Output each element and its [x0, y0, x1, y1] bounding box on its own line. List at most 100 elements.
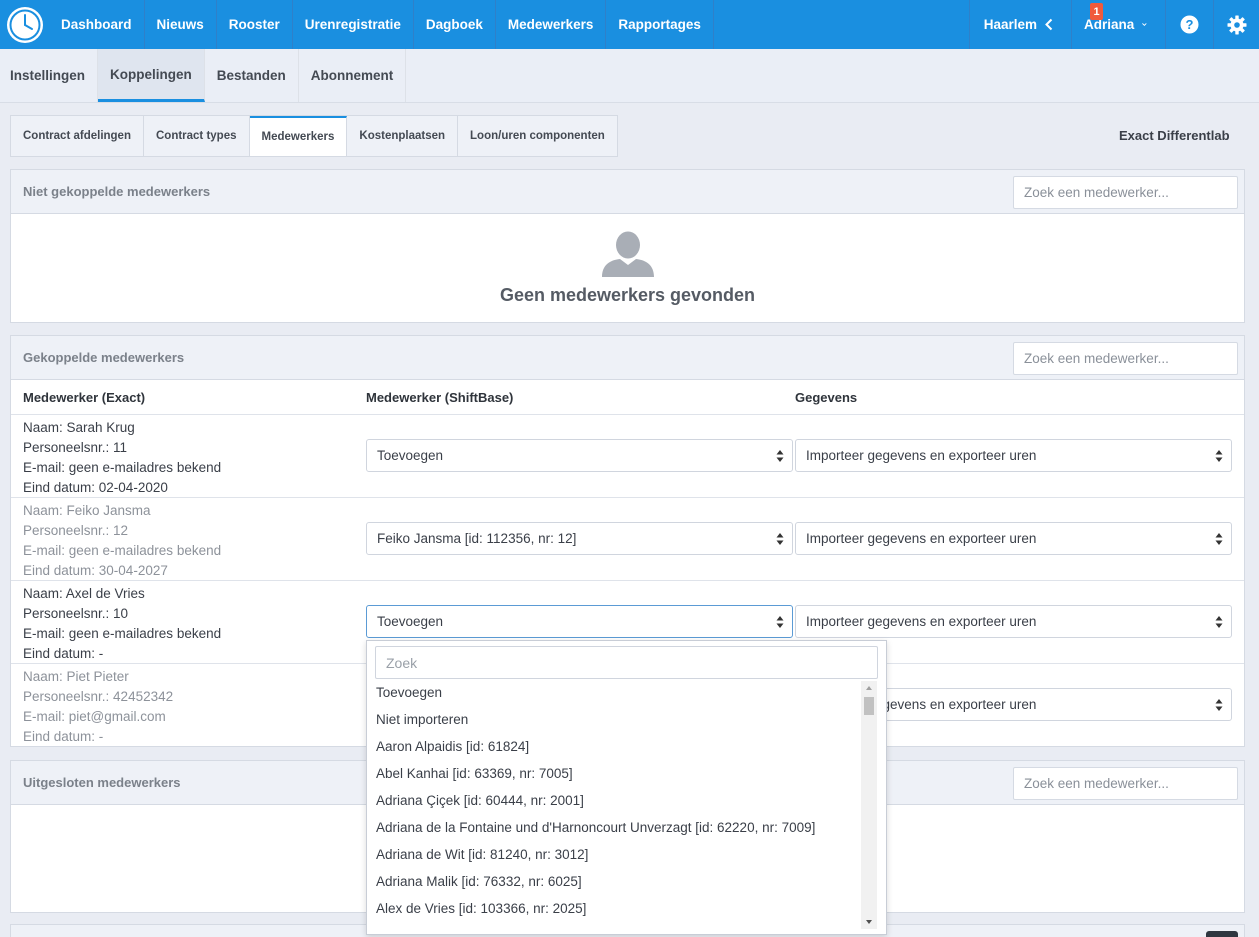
- help-icon: ?: [1180, 15, 1199, 34]
- dropdown-option[interactable]: Adriana de la Fontaine und d'Harnoncourt…: [367, 814, 861, 841]
- dropdown-option[interactable]: Adriana Malik [id: 76332, nr: 6025]: [367, 868, 861, 895]
- employee-email: E-mail: geen e-mailadres bekend: [23, 626, 222, 641]
- dropdown-option[interactable]: Adriana Çiçek [id: 60444, nr: 2001]: [367, 787, 861, 814]
- employee-select-dropdown: Zoek Toevoegen Niet importeren Aaron Alp…: [366, 640, 887, 935]
- sort-arrows-icon: [1215, 616, 1223, 628]
- employee-info: Naam: Sarah Krug Personeelsnr.: 11 E-mai…: [23, 418, 221, 498]
- company-name: Exact Differentlab: [1119, 128, 1230, 143]
- user-menu[interactable]: Adriana: [1071, 0, 1165, 49]
- settings-subnav: Instellingen Koppelingen Bestanden Abonn…: [0, 49, 1259, 103]
- tab-contract-types[interactable]: Contract types: [144, 116, 250, 156]
- select-value: Toevoegen: [377, 448, 444, 463]
- search-input[interactable]: Zoek een medewerker...: [1013, 342, 1238, 375]
- sort-arrows-icon: [1215, 699, 1223, 711]
- user-placeholder-icon: [601, 231, 654, 277]
- subnav-koppelingen[interactable]: Koppelingen: [98, 49, 205, 102]
- subnav-instellingen[interactable]: Instellingen: [0, 49, 99, 102]
- empty-message: Geen medewerkers gevonden: [499, 284, 756, 305]
- select-value: Importeer gegevens en exporteer uren: [806, 531, 1037, 546]
- location-switcher[interactable]: Haarlem: [968, 0, 1071, 49]
- nav-dagboek[interactable]: Dagboek: [414, 0, 496, 49]
- select-value: Importeer gegevens en exporteer uren: [806, 614, 1037, 629]
- dropdown-search-input[interactable]: Zoek: [375, 646, 878, 679]
- column-header-shiftbase: Medewerker (ShiftBase): [366, 390, 514, 405]
- select-value: Importeer gegevens en exporteer uren: [806, 448, 1037, 463]
- employee-email: E-mail: piet@gmail.com: [23, 709, 166, 724]
- employee-info: Naam: Axel de Vries Personeelsnr.: 10 E-…: [23, 584, 221, 664]
- column-header-exact: Medewerker (Exact): [23, 390, 146, 405]
- panel-title: Niet gekoppelde medewerkers: [23, 184, 211, 199]
- clock-logo-icon[interactable]: [0, 0, 49, 49]
- dropdown-option[interactable]: Alex de Vries [id: 103366, nr: 2025]: [367, 895, 861, 922]
- select-value: Feiko Jansma [id: 112356, nr: 12]: [377, 531, 577, 546]
- select-value: Toevoegen: [377, 614, 444, 629]
- panel-header: Gekoppelde medewerkers Zoek een medewerk…: [11, 336, 1244, 380]
- dropdown-option[interactable]: Aaron Alpaidis [id: 61824]: [367, 733, 861, 760]
- tab-loon-uren-componenten[interactable]: Loon/uren componenten: [458, 116, 617, 156]
- employee-info: Naam: Feiko Jansma Personeelsnr.: 12 E-m…: [23, 501, 221, 581]
- dropdown-option[interactable]: Abel Kanhai [id: 63369, nr: 7005]: [367, 760, 861, 787]
- tab-kostenplaatsen[interactable]: Kostenplaatsen: [347, 116, 459, 156]
- employee-number: Personeelsnr.: 42452342: [23, 689, 174, 704]
- unlinked-employees-panel: Niet gekoppelde medewerkers Zoek een med…: [10, 169, 1245, 323]
- nav-medewerkers[interactable]: Medewerkers: [496, 0, 607, 49]
- table-row: Naam: Sarah Krug Personeelsnr.: 11 E-mai…: [11, 415, 1244, 498]
- tab-contract-afdelingen[interactable]: Contract afdelingen: [11, 116, 144, 156]
- scroll-top-button[interactable]: [1206, 931, 1238, 937]
- employee-name: Naam: Piet Pieter: [23, 669, 129, 684]
- employee-end-date: Eind datum: 02-04-2020: [23, 480, 168, 495]
- empty-state: Geen medewerkers gevonden: [11, 214, 1244, 322]
- panel-title: Gekoppelde medewerkers: [23, 350, 185, 365]
- employee-info: Naam: Piet Pieter Personeelsnr.: 4245234…: [23, 667, 173, 747]
- dropdown-option[interactable]: Toevoegen: [367, 679, 861, 706]
- employee-end-date: Eind datum: -: [23, 729, 104, 744]
- gegevens-select[interactable]: Importeer gegevens en exporteer uren: [795, 439, 1232, 472]
- tab-medewerkers[interactable]: Medewerkers: [249, 116, 348, 156]
- chevron-left-icon: [1045, 18, 1053, 31]
- sort-arrows-icon: [776, 616, 784, 628]
- employee-name: Naam: Axel de Vries: [23, 586, 145, 601]
- location-label: Haarlem: [983, 17, 1037, 32]
- shiftbase-employee-select[interactable]: Toevoegen: [366, 605, 793, 638]
- search-input[interactable]: Zoek een medewerker...: [1013, 767, 1238, 800]
- sort-arrows-icon: [776, 450, 784, 462]
- nav-dashboard[interactable]: Dashboard: [49, 0, 145, 49]
- dropdown-option[interactable]: Niet importeren: [367, 706, 861, 733]
- dropdown-scrollbar[interactable]: [861, 681, 877, 929]
- panel-header: Niet gekoppelde medewerkers Zoek een med…: [11, 170, 1244, 214]
- svg-text:?: ?: [1186, 17, 1194, 32]
- search-input[interactable]: Zoek een medewerker...: [1013, 176, 1238, 209]
- table-row: Naam: Feiko Jansma Personeelsnr.: 12 E-m…: [11, 498, 1244, 581]
- employee-number: Personeelsnr.: 10: [23, 606, 129, 621]
- nav-nieuws[interactable]: Nieuws: [145, 0, 217, 49]
- gegevens-select[interactable]: Importeer gegevens en exporteer uren: [795, 605, 1232, 638]
- settings-button[interactable]: [1213, 0, 1259, 49]
- employee-end-date: Eind datum: -: [23, 646, 104, 661]
- scroll-up-arrow-icon: [866, 686, 872, 690]
- top-navigation: Dashboard Nieuws Rooster Urenregistratie…: [0, 0, 1259, 49]
- employee-name: Naam: Sarah Krug: [23, 420, 135, 435]
- subnav-bestanden[interactable]: Bestanden: [205, 49, 299, 102]
- dropdown-option[interactable]: Adriana de Wit [id: 81240, nr: 3012]: [367, 841, 861, 868]
- help-button[interactable]: ?: [1165, 0, 1213, 49]
- nav-urenregistratie[interactable]: Urenregistratie: [293, 0, 414, 49]
- nav-rapportages[interactable]: Rapportages: [606, 0, 714, 49]
- sort-arrows-icon: [1215, 533, 1223, 545]
- employee-email: E-mail: geen e-mailadres bekend: [23, 460, 222, 475]
- gegevens-select[interactable]: Importeer gegevens en exporteer uren: [795, 522, 1232, 555]
- sort-arrows-icon: [1215, 450, 1223, 462]
- sort-arrows-icon: [776, 533, 784, 545]
- scrollbar-thumb[interactable]: [864, 697, 874, 715]
- nav-rooster[interactable]: Rooster: [217, 0, 293, 49]
- notification-badge: 1: [1090, 3, 1103, 20]
- employee-end-date: Eind datum: 30-04-2027: [23, 563, 168, 578]
- employee-number: Personeelsnr.: 12: [23, 523, 129, 538]
- employee-email: E-mail: geen e-mailadres bekend: [23, 543, 222, 558]
- column-header-gegevens: Gegevens: [795, 390, 858, 405]
- chevron-down-icon: [1142, 23, 1147, 26]
- dropdown-options: Toevoegen Niet importeren Aaron Alpaidis…: [367, 679, 861, 922]
- subnav-abonnement[interactable]: Abonnement: [299, 49, 407, 102]
- shiftbase-employee-select[interactable]: Toevoegen: [366, 439, 793, 472]
- integration-tabs: Contract afdelingen Contract types Medew…: [10, 115, 618, 157]
- shiftbase-employee-select[interactable]: Feiko Jansma [id: 112356, nr: 12]: [366, 522, 793, 555]
